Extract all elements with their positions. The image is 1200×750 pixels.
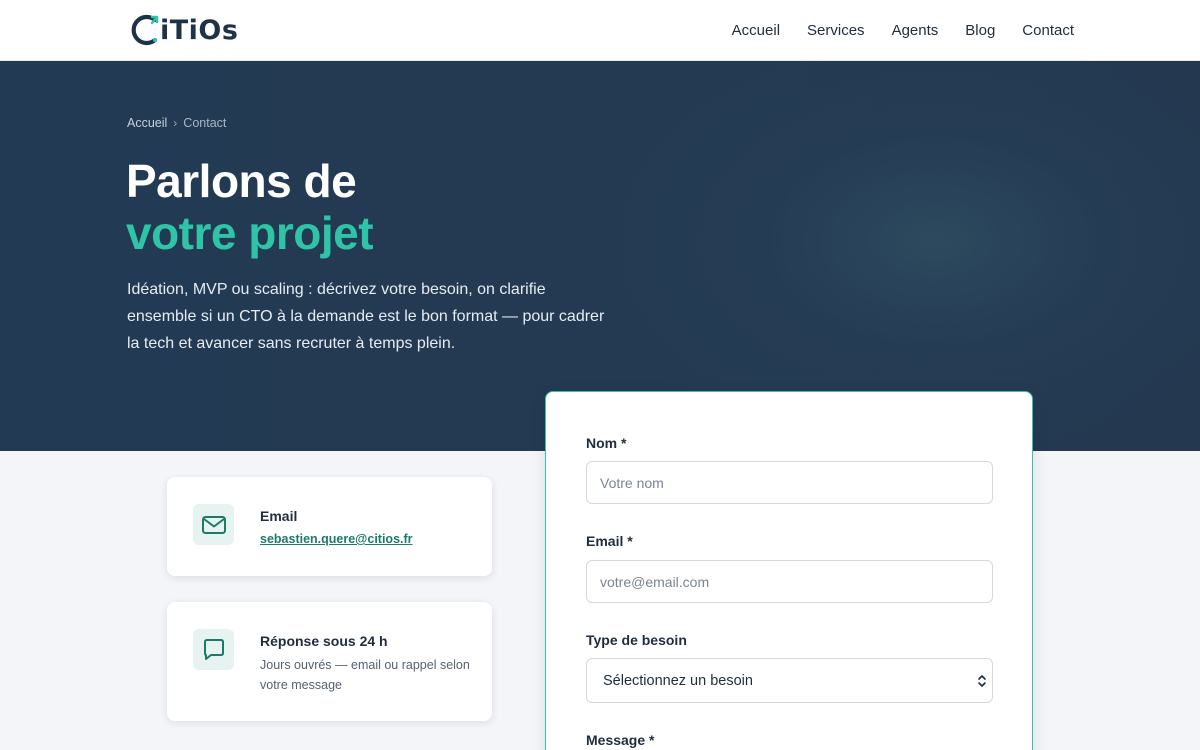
page-title-line1: Parlons de [126, 155, 357, 207]
breadcrumb: Accueil › Contact [127, 116, 226, 130]
contact-email-link[interactable]: sebastien.quere@citios.fr [260, 532, 413, 546]
contact-card-email-title: Email [260, 508, 298, 524]
contact-card-response: Réponse sous 24 h Jours ouvrés — email o… [167, 602, 492, 721]
nav-item-services[interactable]: Services [807, 22, 865, 39]
logo-c-icon [131, 14, 159, 46]
nav-item-blog[interactable]: Blog [965, 22, 995, 39]
chevron-updown-icon [978, 675, 986, 687]
site-header: iTiOs Accueil Services Agents Blog Conta… [0, 0, 1200, 61]
main-nav: Accueil Services Agents Blog Contact [732, 0, 1074, 61]
nav-item-contact[interactable]: Contact [1022, 22, 1074, 39]
hero-lead: Idéation, MVP ou scaling : décrivez votr… [127, 281, 605, 352]
nav-item-agents[interactable]: Agents [892, 22, 939, 39]
brand-name: iTiOs [160, 14, 239, 46]
name-input[interactable] [586, 461, 993, 504]
breadcrumb-separator: › [173, 116, 178, 130]
need-select-value: Sélectionnez un besoin [603, 672, 753, 689]
breadcrumb-home[interactable]: Accueil [127, 116, 167, 130]
contact-card-response-title: Réponse sous 24 h [260, 633, 388, 649]
contact-form: Nom * Email * Type de besoin Sélectionne… [545, 391, 1033, 750]
breadcrumb-current: Contact [183, 116, 227, 130]
chat-icon [193, 629, 234, 670]
contact-card-email: Email sebastien.quere@citios.fr [167, 477, 492, 576]
need-label: Type de besoin [586, 632, 687, 648]
page-title-line2: votre projet [126, 207, 374, 259]
name-label: Nom * [586, 435, 627, 451]
nav-item-accueil[interactable]: Accueil [732, 22, 780, 39]
mail-icon [193, 504, 234, 545]
email-input[interactable] [586, 560, 993, 603]
email-label: Email * [586, 533, 633, 549]
page-title: Parlons de votre projet [126, 155, 374, 259]
need-select[interactable]: Sélectionnez un besoin [586, 658, 993, 703]
contact-card-response-text: Jours ouvrés — email ou rappel selon vot… [260, 658, 470, 692]
brand-logo[interactable]: iTiOs [130, 11, 238, 49]
message-label: Message * [586, 732, 655, 748]
